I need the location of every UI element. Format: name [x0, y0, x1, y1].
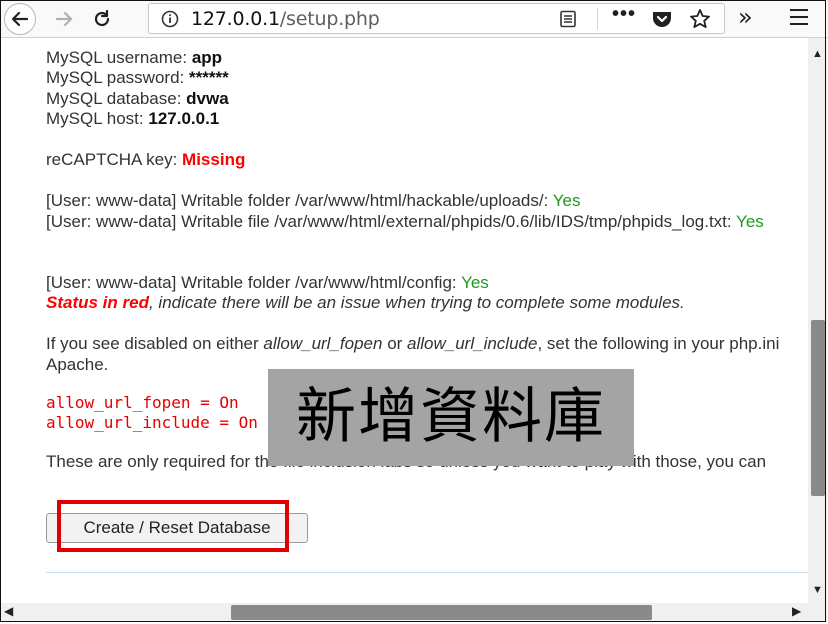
screenshot-border [0, 0, 826, 622]
